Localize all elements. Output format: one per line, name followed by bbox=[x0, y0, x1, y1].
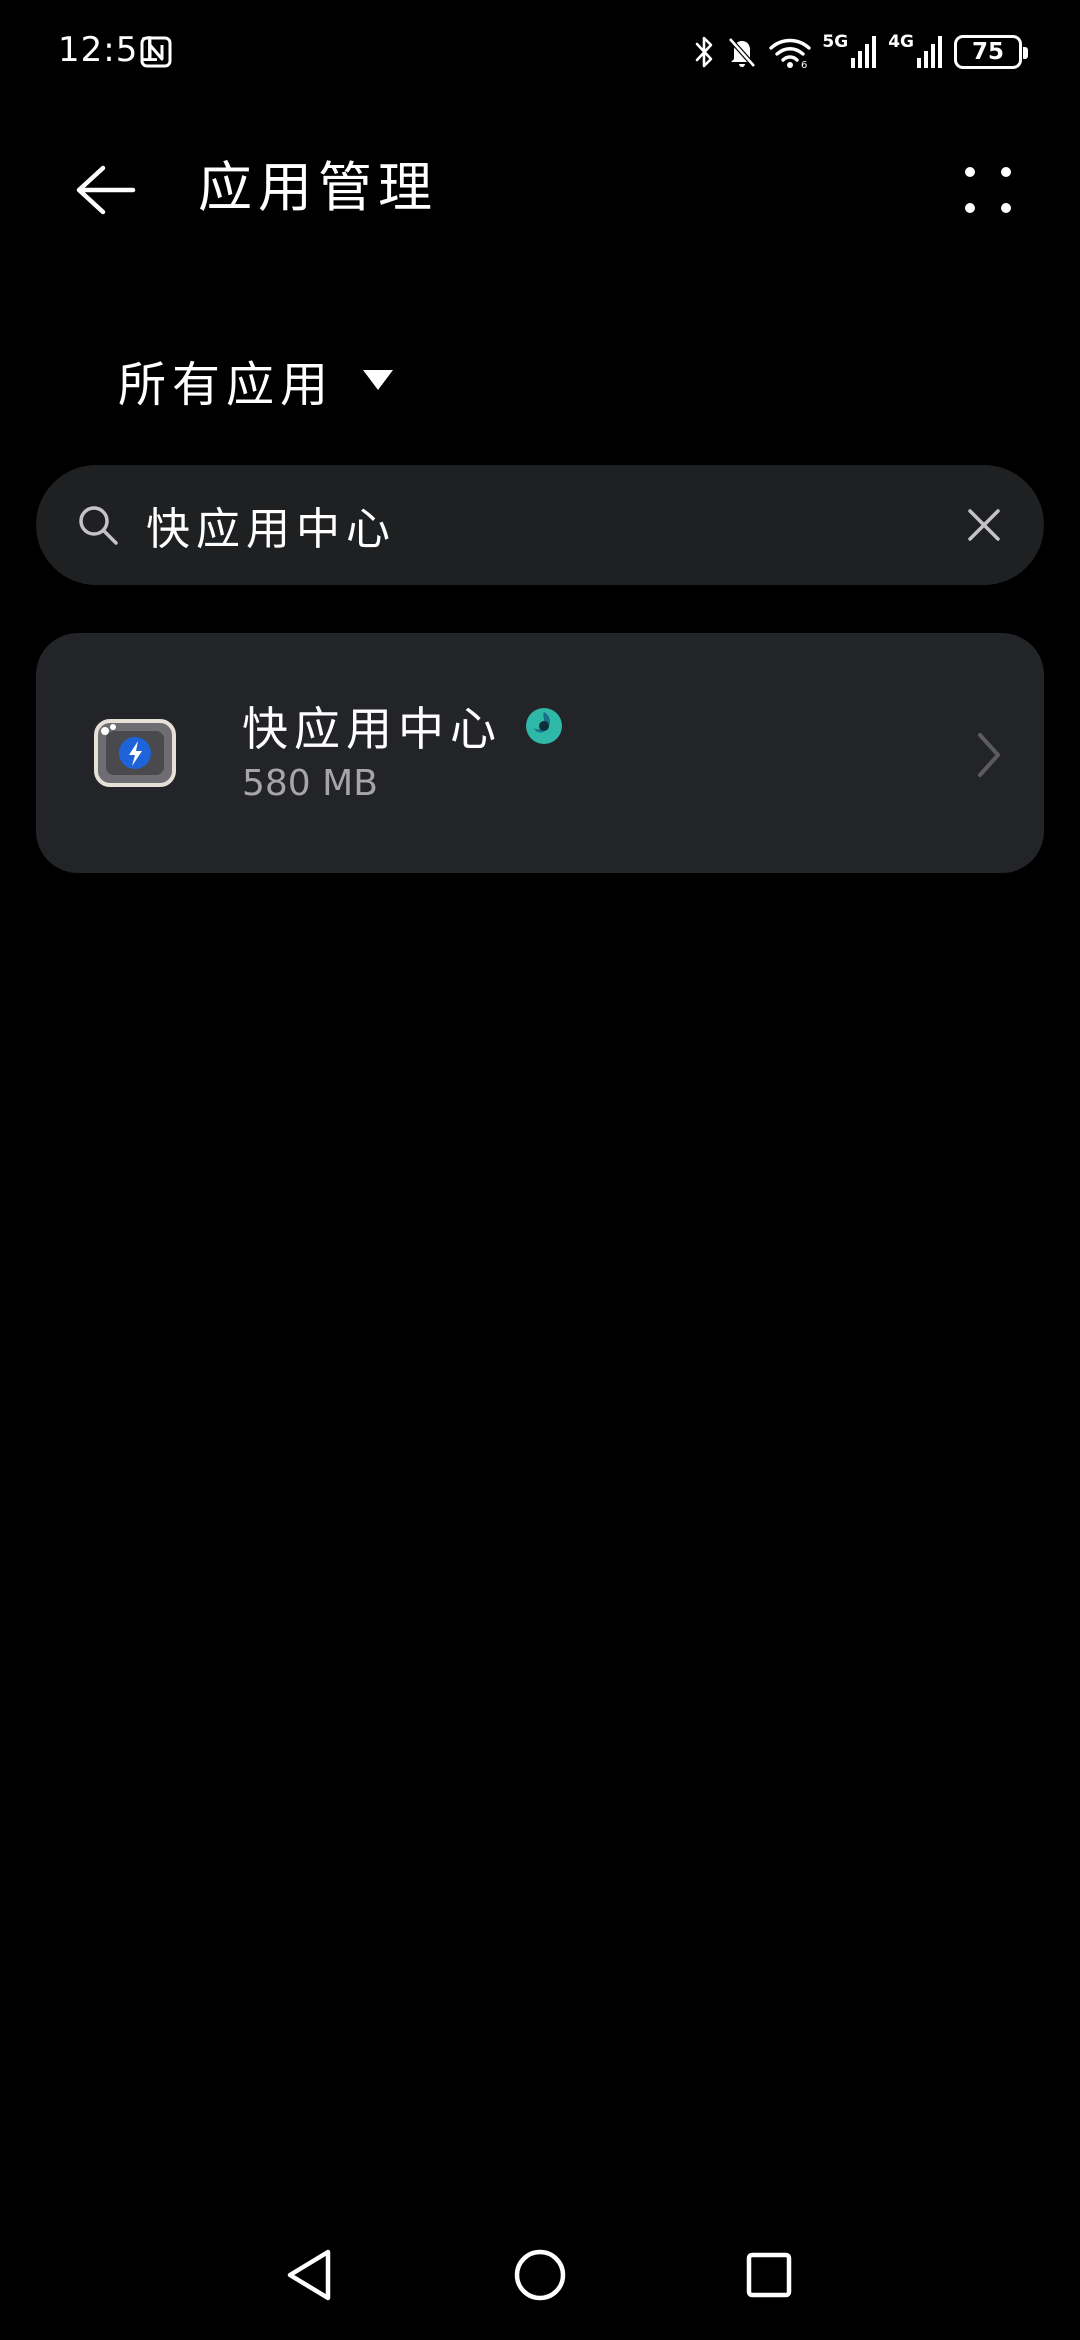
security-badge-icon bbox=[526, 708, 562, 744]
battery-tip bbox=[1023, 47, 1028, 59]
triangle-down-icon bbox=[363, 370, 394, 390]
bell-off-icon bbox=[728, 37, 757, 68]
nav-recents-icon bbox=[746, 2252, 792, 2298]
network-5g-label: 5G bbox=[822, 32, 849, 52]
battery-level: 75 bbox=[971, 39, 1004, 65]
signal-5g: 5G bbox=[822, 34, 878, 70]
nfc-icon bbox=[140, 36, 172, 68]
more-dots-icon bbox=[965, 167, 1011, 213]
close-icon bbox=[968, 509, 1000, 541]
network-4g-label: 4G bbox=[888, 32, 914, 52]
signal-icon bbox=[917, 36, 942, 68]
status-bar: 12:51 6 5G 4G 75 bbox=[0, 0, 1080, 104]
search-icon bbox=[79, 506, 118, 545]
nav-home-icon bbox=[514, 2249, 566, 2301]
arrow-left-icon bbox=[76, 165, 136, 215]
nav-back-icon bbox=[287, 2249, 331, 2301]
app-name-row: 快应用中心 bbox=[242, 693, 564, 759]
nav-home-button[interactable] bbox=[495, 2230, 585, 2320]
filter-label: 所有应用 bbox=[118, 357, 335, 413]
signal-icon bbox=[851, 36, 877, 68]
back-button[interactable] bbox=[60, 150, 150, 230]
clear-search-button[interactable] bbox=[954, 495, 1014, 555]
search-input[interactable] bbox=[146, 487, 946, 563]
app-name: 快应用中心 bbox=[242, 702, 502, 756]
navigation-bar bbox=[0, 2230, 1080, 2340]
nav-back-button[interactable] bbox=[264, 2230, 354, 2320]
app-filter-dropdown[interactable]: 所有应用 bbox=[118, 340, 394, 420]
chevron-right-icon bbox=[978, 733, 1000, 777]
status-icons: 6 5G 4G 75 bbox=[694, 30, 1028, 74]
signal-4g: 4G bbox=[888, 34, 944, 70]
search-bar[interactable] bbox=[36, 465, 1044, 585]
svg-text:6: 6 bbox=[801, 60, 807, 69]
list-item[interactable]: 快应用中心 580 MB bbox=[36, 633, 1044, 873]
app-size: 580 MB bbox=[242, 763, 378, 804]
nav-recents-button[interactable] bbox=[724, 2230, 814, 2320]
page-title: 应用管理 bbox=[198, 156, 438, 219]
battery-icon: 75 bbox=[954, 35, 1028, 69]
quick-app-center-icon bbox=[94, 719, 176, 787]
wifi-icon: 6 bbox=[769, 38, 812, 69]
more-button[interactable] bbox=[948, 150, 1028, 230]
bluetooth-icon bbox=[696, 36, 713, 68]
